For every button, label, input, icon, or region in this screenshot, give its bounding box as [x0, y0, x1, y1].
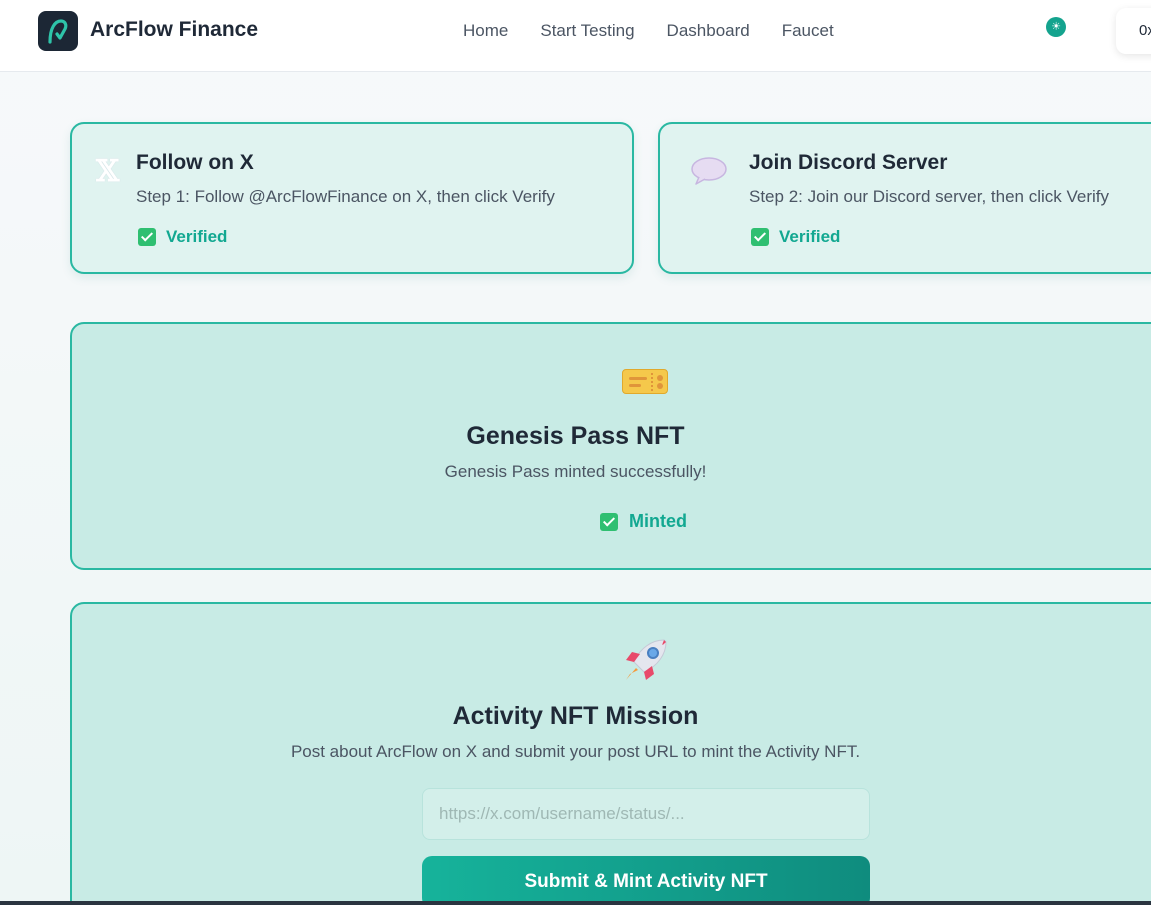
- join-discord-card: Join Discord Server Step 2: Join our Dis…: [658, 122, 1151, 274]
- step-title: Join Discord Server: [749, 151, 948, 174]
- status-label: Verified: [779, 227, 841, 246]
- status-label: Minted: [629, 511, 687, 531]
- activity-subtitle: Post about ArcFlow on X and submit your …: [290, 742, 861, 761]
- arcflow-logo-icon[interactable]: [38, 11, 78, 51]
- step-description: Step 2: Join our Discord server, then cl…: [749, 187, 1109, 206]
- genesis-subtitle: Genesis Pass minted successfully!: [444, 462, 707, 481]
- sun-icon[interactable]: ☀: [1046, 17, 1066, 37]
- activity-title: Activity NFT Mission: [452, 702, 699, 730]
- ticket-icon: [622, 369, 668, 394]
- check-icon: [751, 228, 769, 246]
- minted-status: Minted: [600, 511, 687, 532]
- follow-x-card: 𝕏 Follow on X Step 1: Follow @ArcFlowFin…: [70, 122, 634, 274]
- status-label: Verified: [166, 227, 228, 246]
- nav-faucet[interactable]: Faucet: [782, 21, 834, 41]
- nav-dashboard[interactable]: Dashboard: [667, 21, 750, 41]
- brand-name[interactable]: ArcFlow Finance: [90, 18, 258, 42]
- top-navbar: ArcFlow Finance Home Start Testing Dashb…: [0, 0, 1151, 72]
- post-url-input[interactable]: [422, 788, 870, 840]
- wallet-button[interactable]: 0x: [1116, 8, 1151, 54]
- x-logo-icon: 𝕏: [96, 154, 120, 189]
- verified-status: Verified: [751, 227, 840, 247]
- step-title: Follow on X: [136, 151, 254, 174]
- genesis-title: Genesis Pass NFT: [466, 422, 685, 450]
- nav-home[interactable]: Home: [463, 21, 508, 41]
- submit-mint-button[interactable]: Submit & Mint Activity NFT: [422, 856, 870, 905]
- main-nav: Home Start Testing Dashboard Faucet: [463, 21, 834, 41]
- verified-status: Verified: [138, 227, 227, 247]
- speech-bubble-icon: [690, 156, 728, 193]
- step-description: Step 1: Follow @ArcFlowFinance on X, the…: [136, 187, 555, 206]
- check-icon: [138, 228, 156, 246]
- window-bottom-edge: [0, 901, 1151, 905]
- nav-start-testing[interactable]: Start Testing: [540, 21, 634, 41]
- check-icon: [600, 512, 618, 531]
- rocket-icon: [620, 636, 670, 691]
